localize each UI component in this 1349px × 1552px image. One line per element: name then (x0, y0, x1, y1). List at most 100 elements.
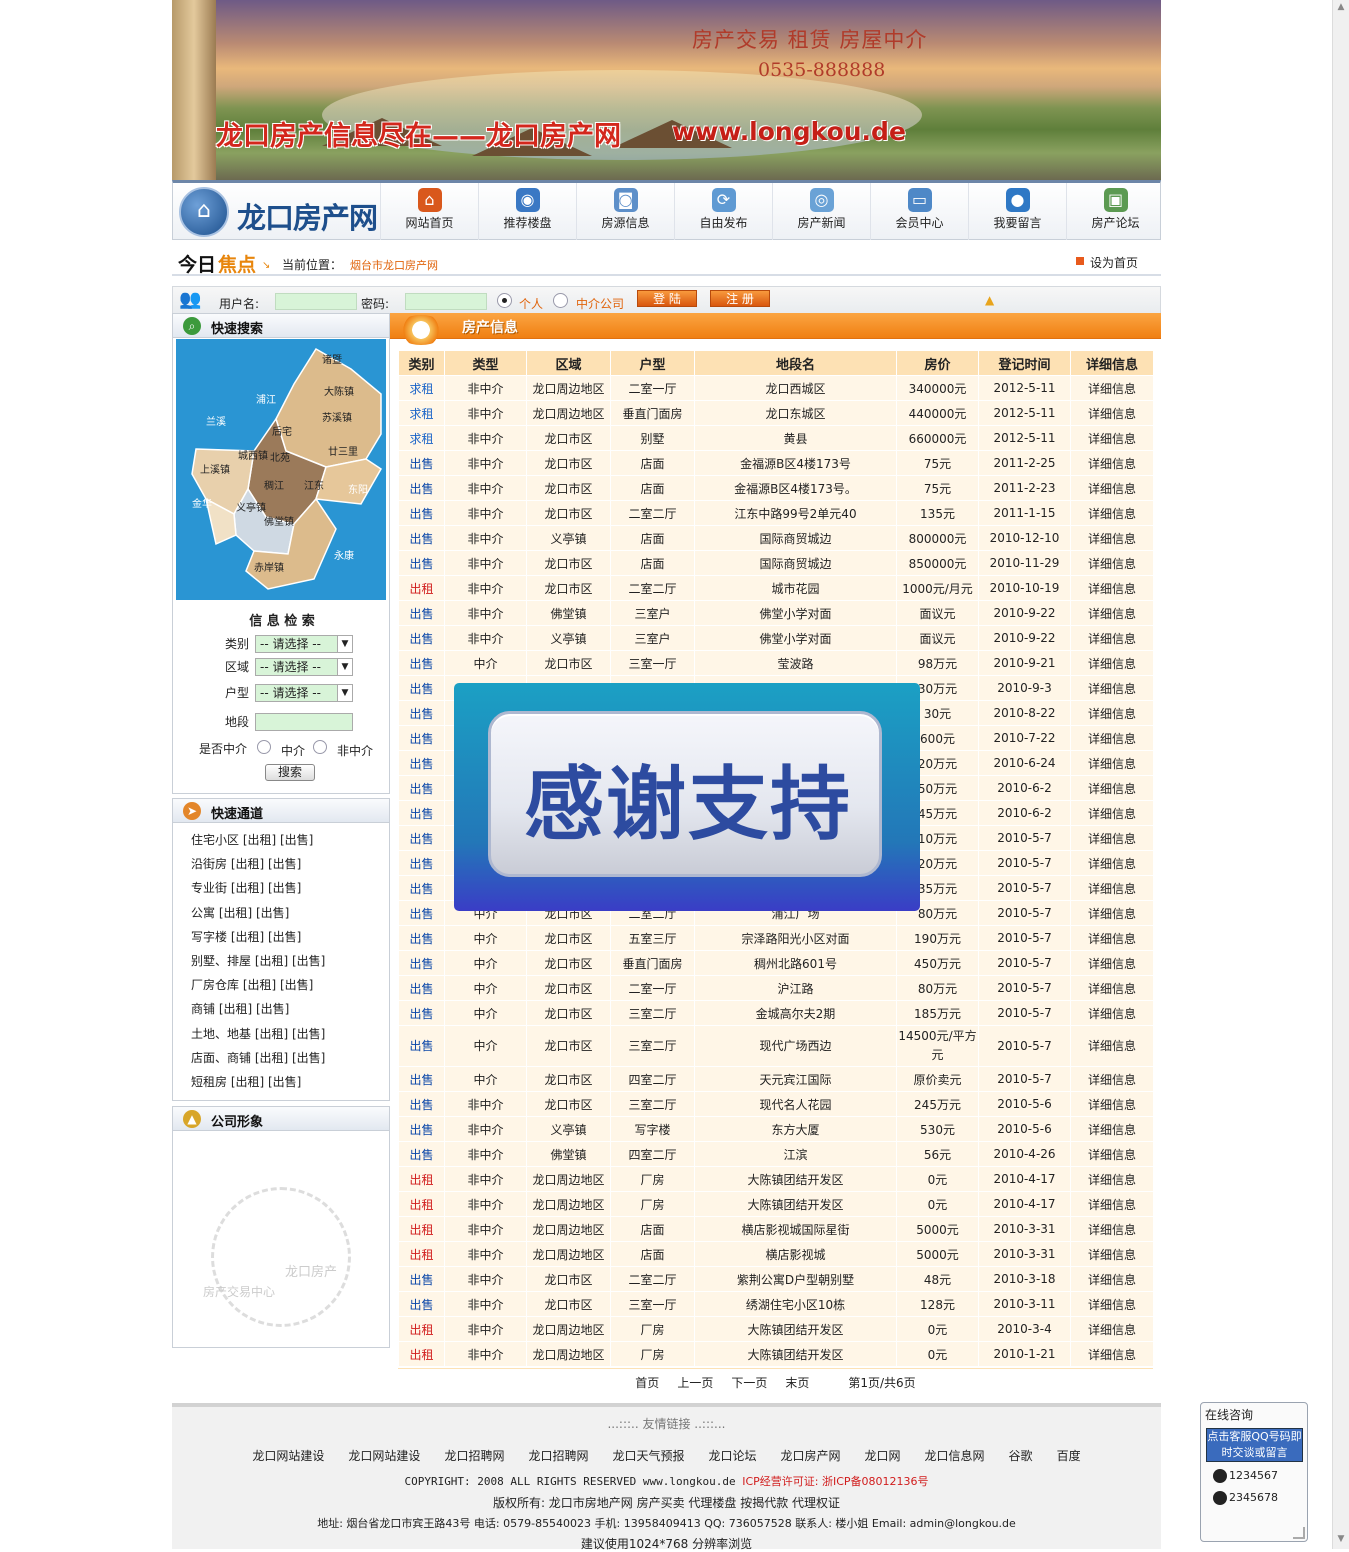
friend-link[interactable]: 龙口网站建设 (348, 1449, 420, 1463)
category-cell[interactable]: 出售 (398, 675, 445, 701)
detail-link[interactable]: 详细信息 (1070, 575, 1154, 601)
detail-link[interactable]: 详细信息 (1070, 950, 1154, 976)
detail-link[interactable]: 详细信息 (1070, 775, 1154, 801)
next-page-link[interactable]: 下一页 (731, 1376, 767, 1390)
category-cell[interactable]: 出售 (398, 1000, 445, 1026)
category-cell[interactable]: 求租 (398, 400, 445, 426)
quick-channel-item[interactable]: 写字楼 [出租] [出售] (191, 928, 301, 945)
friend-link[interactable]: 龙口论坛 (708, 1449, 756, 1463)
qq-number-1[interactable]: 1234567 (1213, 1469, 1278, 1483)
prev-page-link[interactable]: 上一页 (677, 1376, 713, 1390)
map-label[interactable]: 义亭镇 (236, 499, 266, 514)
radio-agent-no[interactable] (313, 740, 327, 754)
nav-item[interactable]: ⟳ 自由发布 (674, 183, 772, 240)
quick-channel-item[interactable]: 沿街房 [出租] [出售] (191, 855, 301, 872)
map-label[interactable]: 赤岸镇 (254, 559, 284, 574)
map-label[interactable]: 廿三里 (328, 443, 358, 458)
detail-link[interactable]: 详细信息 (1070, 1116, 1154, 1142)
detail-link[interactable]: 详细信息 (1070, 850, 1154, 876)
detail-link[interactable]: 详细信息 (1070, 1266, 1154, 1292)
category-cell[interactable]: 出售 (398, 725, 445, 751)
category-cell[interactable]: 出售 (398, 925, 445, 951)
nav-item[interactable]: ◉ 推荐楼盘 (478, 183, 576, 240)
nav-item[interactable]: ● 我要留言 (968, 183, 1066, 240)
radio-agency[interactable] (553, 293, 568, 308)
quick-channel-item[interactable]: 商铺 [出租] [出售] (191, 1000, 289, 1017)
category-cell[interactable]: 出售 (398, 1141, 445, 1167)
scroll-up-icon[interactable]: ▲ (1335, 2, 1347, 14)
vertical-scrollbar[interactable]: ▲ ▼ (1332, 0, 1349, 1549)
quick-channel-item[interactable]: 土地、地基 [出租] [出售] (191, 1025, 325, 1042)
detail-link[interactable]: 详细信息 (1070, 375, 1154, 401)
category-cell[interactable]: 出租 (398, 1216, 445, 1242)
map-label[interactable]: 后宅 (272, 423, 292, 438)
category-cell[interactable]: 出售 (398, 825, 445, 851)
detail-link[interactable]: 详细信息 (1070, 1066, 1154, 1092)
detail-link[interactable]: 详细信息 (1070, 500, 1154, 526)
category-cell[interactable]: 出售 (398, 975, 445, 1001)
detail-link[interactable]: 详细信息 (1070, 1000, 1154, 1026)
district-map[interactable]: 诸暨 大陈镇 苏溪镇 浦江 兰溪 廿三里 上溪镇 城西镇 稠江 江东 东阳 金华 义亭镇 佛堂镇 永康 赤岸镇… (176, 339, 386, 600)
detail-link[interactable]: 详细信息 (1070, 650, 1154, 676)
category-cell[interactable]: 出售 (398, 475, 445, 501)
category-cell[interactable]: 出售 (398, 1066, 445, 1092)
category-cell[interactable]: 出售 (398, 775, 445, 801)
quick-channel-item[interactable]: 店面、商铺 [出租] [出售] (191, 1049, 325, 1066)
category-cell[interactable]: 出售 (398, 1291, 445, 1317)
category-cell[interactable]: 出售 (398, 800, 445, 826)
category-cell[interactable]: 出租 (398, 1341, 445, 1367)
map-label[interactable]: 浦江 (256, 391, 276, 406)
qq-number-2[interactable]: 2345678 (1213, 1491, 1278, 1505)
category-cell[interactable]: 出租 (398, 1316, 445, 1342)
map-label[interactable]: 大陈镇 (324, 383, 354, 398)
map-label[interactable]: 上溪镇 (200, 461, 230, 476)
nav-item[interactable]: ◎ 房产新闻 (772, 183, 870, 240)
detail-link[interactable]: 详细信息 (1070, 1091, 1154, 1117)
map-label[interactable]: 佛堂镇 (264, 513, 294, 528)
map-label[interactable]: 东阳 (348, 481, 368, 496)
friend-link[interactable]: 龙口天气预报 (612, 1449, 684, 1463)
detail-link[interactable]: 详细信息 (1070, 400, 1154, 426)
category-cell[interactable]: 出售 (398, 900, 445, 926)
area-select[interactable]: -- 请选择 -- ▼ (255, 658, 353, 676)
category-cell[interactable]: 出租 (398, 1191, 445, 1217)
quick-channel-item[interactable]: 短租房 [出租] [出售] (191, 1073, 301, 1090)
detail-link[interactable]: 详细信息 (1070, 800, 1154, 826)
layout-select[interactable]: -- 请选择 -- ▼ (255, 684, 353, 702)
scroll-down-icon[interactable]: ▼ (1335, 1534, 1347, 1546)
friend-link[interactable]: 龙口信息网 (925, 1449, 985, 1463)
thanks-popup[interactable]: 感谢支持 (454, 683, 920, 911)
category-cell[interactable]: 出租 (398, 575, 445, 601)
category-cell[interactable]: 出售 (398, 950, 445, 976)
detail-link[interactable]: 详细信息 (1070, 425, 1154, 451)
quick-channel-item[interactable]: 厂房仓库 [出租] [出售] (191, 976, 313, 993)
friend-link[interactable]: 龙口招聘网 (528, 1449, 588, 1463)
detail-link[interactable]: 详细信息 (1070, 475, 1154, 501)
detail-link[interactable]: 详细信息 (1070, 825, 1154, 851)
friend-link[interactable]: 谷歌 (1009, 1449, 1033, 1463)
category-cell[interactable]: 出售 (398, 625, 445, 651)
detail-link[interactable]: 详细信息 (1070, 1025, 1154, 1067)
category-cell[interactable]: 出售 (398, 700, 445, 726)
category-cell[interactable]: 出租 (398, 1241, 445, 1267)
map-label[interactable]: 城西镇 (238, 447, 268, 462)
search-button[interactable]: 搜索 (265, 764, 315, 781)
lot-input[interactable] (255, 713, 353, 731)
detail-link[interactable]: 详细信息 (1070, 875, 1154, 901)
first-page-link[interactable]: 首页 (635, 1376, 659, 1390)
detail-link[interactable]: 详细信息 (1070, 1341, 1154, 1367)
map-label[interactable]: 永康 (334, 547, 354, 562)
map-label[interactable]: 稠江 (264, 477, 284, 492)
map-label[interactable]: 诸暨 (322, 351, 342, 366)
category-cell[interactable]: 求租 (398, 375, 445, 401)
detail-link[interactable]: 详细信息 (1070, 675, 1154, 701)
nav-item[interactable]: ▭ 会员中心 (870, 183, 968, 240)
nav-item[interactable]: ⌂ 网站首页 (380, 183, 478, 240)
detail-link[interactable]: 详细信息 (1070, 1316, 1154, 1342)
radio-personal[interactable] (497, 293, 512, 308)
last-page-link[interactable]: 末页 (785, 1376, 809, 1390)
detail-link[interactable]: 详细信息 (1070, 625, 1154, 651)
category-cell[interactable]: 出售 (398, 525, 445, 551)
category-cell[interactable]: 出售 (398, 750, 445, 776)
map-label[interactable]: 北苑 (270, 449, 290, 464)
